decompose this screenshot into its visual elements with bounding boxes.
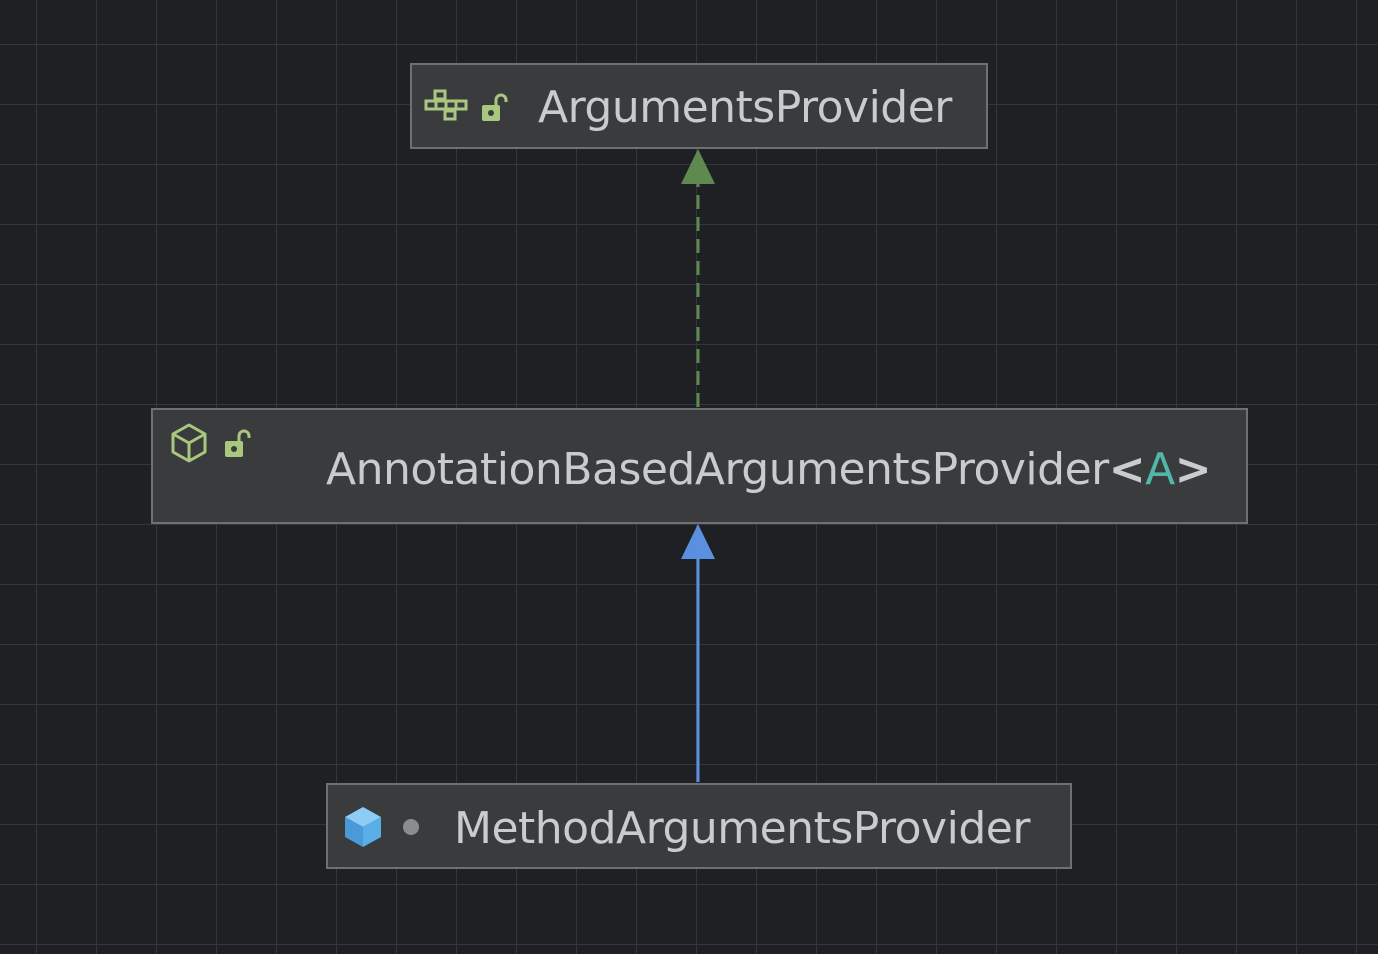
node-icons bbox=[342, 805, 420, 849]
node-icons bbox=[169, 422, 253, 464]
class-icon bbox=[342, 805, 384, 849]
node-label: ArgumentsProvider bbox=[538, 82, 952, 133]
public-unlock-icon bbox=[223, 427, 253, 459]
edge-implements bbox=[681, 149, 715, 407]
node-icons bbox=[424, 89, 510, 125]
edge-extends bbox=[681, 524, 715, 782]
node-label: MethodArgumentsProvider bbox=[454, 803, 1030, 854]
node-method-arguments-provider[interactable]: MethodArgumentsProvider bbox=[326, 783, 1072, 869]
package-private-dot-icon bbox=[402, 818, 420, 836]
edge-implements-arrowhead bbox=[681, 149, 715, 184]
class-name: AnnotationBasedArgumentsProvider bbox=[326, 444, 1109, 495]
generic-type-parameter: A bbox=[1145, 444, 1175, 495]
node-label: AnnotationBasedArgumentsProvider<A> bbox=[326, 448, 1212, 492]
generic-close-bracket: > bbox=[1174, 444, 1212, 495]
node-annotation-based-arguments-provider[interactable]: AnnotationBasedArgumentsProvider<A> bbox=[151, 408, 1248, 524]
node-arguments-provider[interactable]: ArgumentsProvider bbox=[410, 63, 988, 149]
public-unlock-icon bbox=[480, 91, 510, 123]
abstract-class-icon bbox=[169, 422, 209, 464]
generic-open-bracket: < bbox=[1108, 444, 1146, 495]
diagram-canvas: ArgumentsProvider AnnotationBasedArgumen… bbox=[0, 0, 1378, 954]
interface-icon bbox=[424, 89, 470, 125]
edge-extends-arrowhead bbox=[681, 524, 715, 559]
